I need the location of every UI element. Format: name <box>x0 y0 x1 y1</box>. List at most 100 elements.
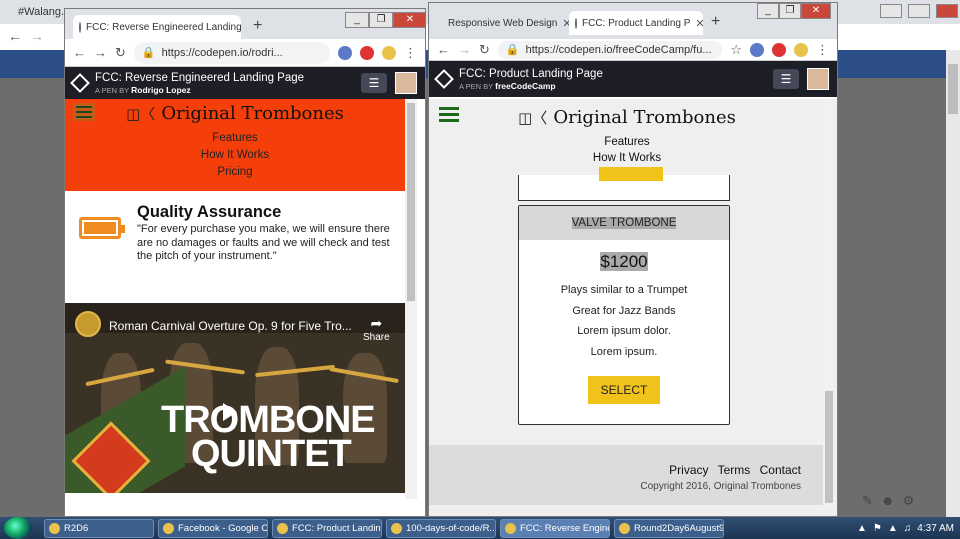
background-scrollbar-thumb[interactable] <box>948 64 958 114</box>
taskbar-item[interactable]: FCC: Reverse Engine... <box>500 518 610 538</box>
play-icon[interactable] <box>223 403 237 421</box>
nav-link-features[interactable]: Features <box>65 130 405 147</box>
menu-kebab-icon[interactable]: ⋮ <box>816 42 829 58</box>
start-button[interactable] <box>4 517 32 539</box>
footer-link-privacy[interactable]: Privacy <box>669 463 708 477</box>
reload-icon[interactable]: ↻ <box>479 42 490 58</box>
right-active-tab[interactable]: FCC: Product Landing P ✕ <box>569 11 703 35</box>
change-view-button[interactable]: ☰ <box>361 73 387 93</box>
pricing-card: VALVE TROMBONE $1200 Plays similar to a … <box>518 205 730 425</box>
left-active-tab[interactable]: FCC: Reverse Engineered Landing ✕ <box>73 15 241 39</box>
taskbar-item-label: FCC: Reverse Engine... <box>520 522 609 534</box>
back-arrow-icon[interactable]: ← <box>73 45 86 60</box>
channel-avatar[interactable] <box>75 311 101 337</box>
reload-icon[interactable]: ↻ <box>115 45 126 61</box>
site-logo[interactable]: ◫〈 Original Trombones <box>429 99 825 128</box>
video-title[interactable]: Roman Carnival Overture Op. 9 for Five T… <box>109 319 352 333</box>
background-tab-label[interactable]: #Walang... <box>18 6 70 18</box>
select-button[interactable]: SELECT <box>588 376 660 404</box>
site-logo[interactable]: ◫〈 Original Trombones <box>65 99 405 124</box>
codepen-logo-icon[interactable] <box>70 73 90 93</box>
hamburger-menu-button[interactable] <box>73 103 95 121</box>
pen-author[interactable]: freeCodeCamp <box>495 81 555 91</box>
left-omnibox: ← → ↻ 🔒 https://codepen.io/rodri... ⋮ <box>65 39 425 67</box>
address-bar[interactable]: 🔒 https://codepen.io/freeCodeCamp/fu... <box>497 40 723 59</box>
word-icon <box>619 522 630 534</box>
background-scrollbar[interactable] <box>946 50 960 517</box>
forward-arrow-icon[interactable]: → <box>94 45 107 60</box>
shield-extension-icon[interactable] <box>338 45 352 60</box>
select-button-partial[interactable] <box>599 167 663 181</box>
close-tab-icon[interactable]: ✕ <box>695 17 703 30</box>
list-item: Lorem ipsum. <box>590 345 658 358</box>
flag-icon[interactable]: ⚑ <box>873 523 882 534</box>
restore-button[interactable]: ❐ <box>369 12 393 28</box>
edit-icon[interactable]: ✎ <box>862 493 873 513</box>
avatar[interactable] <box>807 68 829 90</box>
minimize-button[interactable] <box>880 4 902 18</box>
minimize-button[interactable]: _ <box>345 12 369 28</box>
clock[interactable]: 4:37 AM <box>917 523 954 534</box>
gear-icon[interactable]: ⚙ <box>903 493 915 513</box>
taskbar-item-label: R2D6 <box>64 522 89 534</box>
taskbar-item[interactable]: 100-days-of-code/R... <box>386 518 496 538</box>
back-arrow-icon[interactable]: ← <box>8 28 22 44</box>
embedded-video[interactable]: Roman Carnival Overture Op. 9 for Five T… <box>65 303 405 493</box>
taskbar-item[interactable]: Round2Day6August9... <box>614 518 724 538</box>
globe-icon <box>575 17 577 29</box>
extension-icon[interactable] <box>382 45 396 60</box>
close-button[interactable]: ✕ <box>393 12 425 28</box>
menu-kebab-icon[interactable]: ⋮ <box>404 45 417 61</box>
taskbar-item[interactable]: FCC: Product Landin... <box>272 518 382 538</box>
forward-arrow-icon[interactable]: → <box>30 28 44 44</box>
tray-expand-icon[interactable]: ▲ <box>857 523 867 534</box>
opera-extension-icon[interactable] <box>360 45 374 60</box>
background-window-controls <box>880 4 958 18</box>
nav-bar: Features How It Works Pricing <box>65 130 405 181</box>
footer-link-contact[interactable]: Contact <box>760 463 801 477</box>
users-icon[interactable]: ☻ <box>881 493 895 513</box>
nav-link-how-it-works[interactable]: How It Works <box>65 147 405 164</box>
right-scrollbar-thumb[interactable] <box>825 391 833 503</box>
share-button[interactable]: ➦ Share <box>363 315 390 343</box>
right-window-controls: _ ❐ ✕ <box>757 3 831 19</box>
overlay-line-2: QUINTET <box>191 433 352 475</box>
close-button[interactable]: ✕ <box>801 3 831 19</box>
close-button[interactable] <box>936 4 958 18</box>
left-scrollbar-thumb[interactable] <box>407 103 415 301</box>
bookmark-star-icon[interactable]: ☆ <box>730 42 742 58</box>
pen-author[interactable]: Rodrigo Lopez <box>131 85 191 95</box>
restore-button[interactable]: ❐ <box>779 3 801 19</box>
right-page-viewport: ◫〈 Original Trombones Features How It Wo… <box>429 99 837 516</box>
network-icon[interactable]: ▲ <box>888 523 898 534</box>
nav-link-features[interactable]: Features <box>429 134 825 150</box>
tab-title: FCC: Reverse Engineered Landing <box>86 21 241 33</box>
card-header: VALVE TROMBONE <box>519 206 729 240</box>
codepen-logo-icon[interactable] <box>434 69 454 89</box>
nav-link-pricing[interactable]: Pricing <box>65 164 405 181</box>
taskbar-item-label: Round2Day6August9... <box>634 522 724 534</box>
new-tab-button[interactable]: + <box>711 13 720 31</box>
shield-extension-icon[interactable] <box>750 42 764 57</box>
close-tab-icon[interactable]: ✕ <box>562 17 569 30</box>
back-arrow-icon[interactable]: ← <box>437 42 450 57</box>
right-tab-inactive[interactable]: Responsive Web Design ✕ <box>437 11 569 35</box>
taskbar-item[interactable]: R2D6 <box>44 518 154 538</box>
taskbar-item-label: 100-days-of-code/R... <box>406 522 496 534</box>
new-tab-button[interactable]: + <box>253 17 262 35</box>
minimize-button[interactable]: _ <box>757 3 779 19</box>
extension-icon[interactable] <box>794 42 808 57</box>
taskbar-item[interactable]: Facebook - Google C... <box>158 518 268 538</box>
chrome-icon <box>277 522 288 534</box>
footer-link-terms[interactable]: Terms <box>718 463 751 477</box>
volume-icon[interactable]: ♫ <box>904 523 912 534</box>
maximize-button[interactable] <box>908 4 930 18</box>
opera-extension-icon[interactable] <box>772 42 786 57</box>
nav-link-how-it-works[interactable]: How It Works <box>429 150 825 166</box>
change-view-button[interactable]: ☰ <box>773 69 799 89</box>
tab-title: Responsive Web Design <box>448 17 558 29</box>
hamburger-menu-button[interactable] <box>439 107 459 123</box>
address-bar[interactable]: 🔒 https://codepen.io/rodri... <box>133 41 330 64</box>
forward-arrow-icon[interactable]: → <box>458 42 471 57</box>
avatar[interactable] <box>395 72 417 94</box>
